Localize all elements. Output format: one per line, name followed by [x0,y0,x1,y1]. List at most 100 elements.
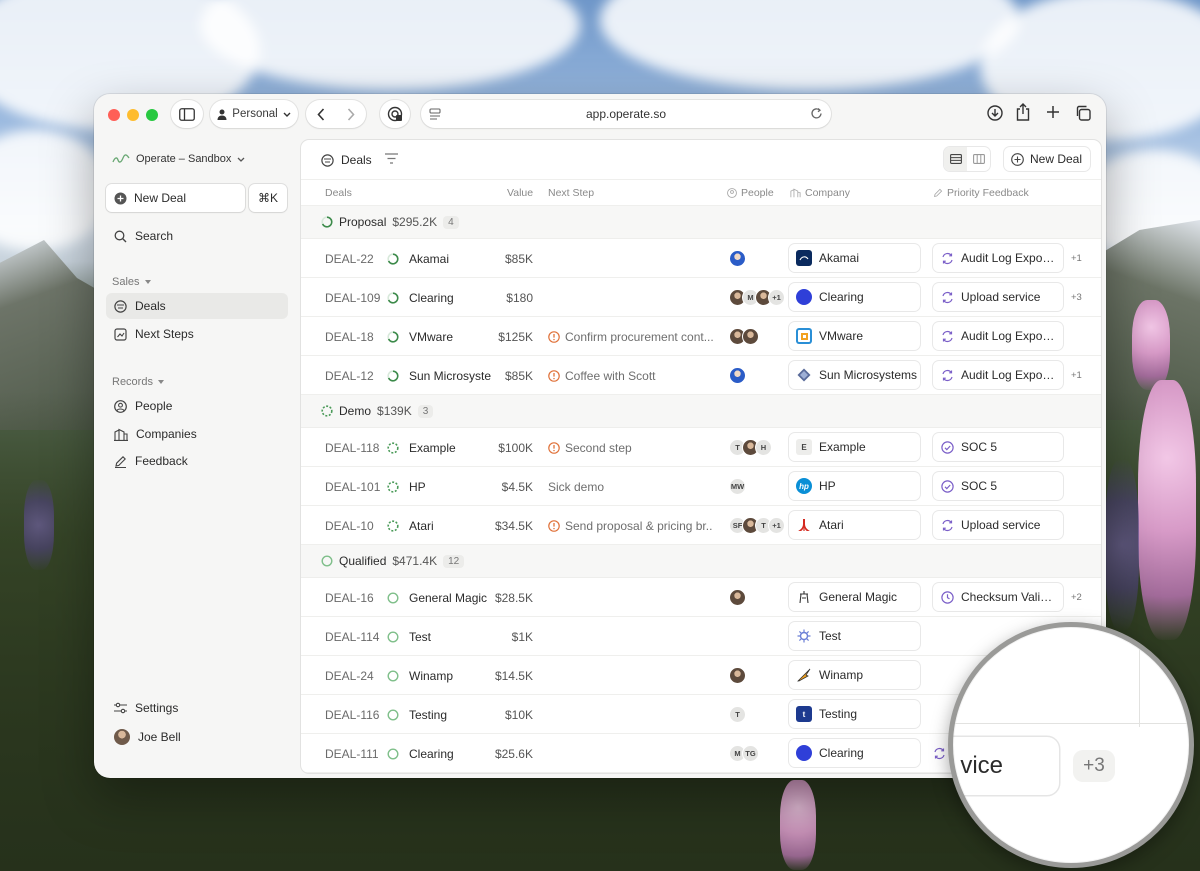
filter-icon[interactable] [385,153,398,164]
close-window-button[interactable] [108,109,120,121]
table-row[interactable]: DEAL-12 Sun Microsystems $85K Coffee with S… [301,356,1101,395]
deal-name[interactable]: Testing [409,708,491,722]
deal-name[interactable]: VMware [409,330,491,344]
company-chip[interactable]: Akamai [789,244,920,272]
deal-name[interactable]: Winamp [409,669,491,683]
table-row[interactable]: DEAL-10 Atari $34.5K Send proposal & pricin… [301,506,1101,545]
deal-name[interactable]: Clearing [409,291,491,305]
group-header-1[interactable]: Demo $139K 3 [301,395,1101,428]
people-stack[interactable] [729,667,746,684]
avatar[interactable]: T [729,706,746,723]
profile-selector[interactable]: Personal [210,100,298,128]
company-chip[interactable]: Test [789,622,920,650]
address-bar[interactable]: app.operate.so [421,100,831,128]
people-stack[interactable]: SF T +1 [729,517,785,534]
avatar[interactable]: +1 [768,289,785,306]
group-header-0[interactable]: Proposal $295.2K 4 [301,206,1101,239]
feedback-chip[interactable]: SOC 5 [933,472,1063,500]
sidebar-item-next-steps[interactable]: Next Steps [106,321,288,347]
column-value[interactable]: Value [507,187,533,199]
user-profile-button[interactable]: Joe Bell [106,724,288,750]
next-step[interactable]: Second step [548,441,713,455]
share-icon[interactable] [1016,103,1030,121]
board-view-button[interactable] [967,147,990,171]
deal-name[interactable]: Atari [409,519,491,533]
table-row[interactable]: DEAL-22 Akamai $85K Akamai Audit Log Export.… [301,239,1101,278]
company-chip[interactable]: VMware [789,322,920,350]
people-stack[interactable]: T [729,706,746,723]
column-next-step[interactable]: Next Step [548,187,594,199]
avatar[interactable]: TG [742,745,759,762]
feedback-chip[interactable]: Audit Log Export... [933,322,1063,350]
company-chip[interactable]: Clearing [789,283,920,311]
column-deals[interactable]: Deals [325,187,352,199]
company-chip[interactable]: Atari [789,511,920,539]
feedback-chip[interactable]: Upload service [933,511,1063,539]
records-section-header[interactable]: Records [112,376,164,388]
table-view-button[interactable] [944,147,967,171]
people-stack[interactable] [729,589,746,606]
table-row[interactable]: DEAL-109 Clearing $180 M +1 Clearing Upload se… [301,278,1101,317]
forward-button[interactable] [336,107,366,121]
deal-name[interactable]: HP [409,480,491,494]
new-deal-button[interactable]: New Deal [106,184,245,212]
next-step[interactable]: Send proposal & pricing br... [548,519,713,533]
command-palette-button[interactable]: ⌘K [249,184,287,212]
people-stack[interactable]: TH [729,439,772,456]
next-step[interactable]: Sick demo [548,480,713,494]
avatar[interactable]: MW [729,478,746,495]
maximize-window-button[interactable] [146,109,158,121]
sidebar-item-people[interactable]: People [106,393,288,419]
avatar[interactable] [729,367,746,384]
sales-section-header[interactable]: Sales [112,276,151,288]
people-stack[interactable] [729,328,759,345]
sidebar-item-companies[interactable]: Companies [106,421,288,447]
avatar[interactable]: +1 [768,517,785,534]
company-chip[interactable]: Clearing [789,739,920,767]
sidebar-item-deals[interactable]: Deals [106,293,288,319]
column-priority-feedback[interactable]: Priority Feedback [933,187,1029,199]
next-step[interactable]: Coffee with Scott [548,369,713,383]
deal-name[interactable]: Akamai [409,252,491,266]
workspace-switcher[interactable]: Operate – Sandbox [112,153,245,165]
feedback-chip[interactable] [933,739,947,767]
minimize-window-button[interactable] [127,109,139,121]
back-button[interactable] [306,107,336,121]
download-icon[interactable] [987,105,1003,121]
people-stack[interactable] [729,250,746,267]
company-chip[interactable]: t Testing [789,700,920,728]
sidebar-item-search[interactable]: Search [106,223,288,249]
sidebar-item-feedback[interactable]: Feedback [106,448,288,474]
group-header-2[interactable]: Qualified $471.4K 12 [301,545,1101,578]
privacy-shield-button[interactable] [380,100,410,128]
column-company[interactable]: Company [790,187,850,199]
deal-name[interactable]: Sun Microsystems [409,369,491,383]
deal-name[interactable]: Clearing [409,747,491,761]
avatar[interactable] [729,667,746,684]
feedback-chip[interactable]: Checksum Valida... [933,583,1063,611]
table-row[interactable]: DEAL-118 Example $100K Second step T H E Exampl… [301,428,1101,467]
feedback-chip[interactable]: Upload service [933,283,1063,311]
deal-name[interactable]: Example [409,441,491,455]
tab-overview-icon[interactable] [1075,105,1091,121]
company-chip[interactable]: Sun Microsystems [789,361,920,389]
people-stack[interactable]: M +1 [729,289,785,306]
table-row[interactable]: DEAL-114 Test $1K Test [301,617,1101,656]
new-tab-icon[interactable] [1046,105,1060,119]
table-row[interactable]: DEAL-18 VMware $125K Confirm procurement co… [301,317,1101,356]
company-chip[interactable]: Winamp [789,661,920,689]
table-row[interactable]: DEAL-16 General Magic $28.5K General Magic C… [301,578,1101,617]
avatar[interactable] [729,589,746,606]
table-row[interactable]: DEAL-101 HP $4.5K Sick demo MW hp HP SOC 5 [301,467,1101,506]
column-people[interactable]: People [727,187,774,199]
deal-name[interactable]: Test [409,630,491,644]
deal-name[interactable]: General Magic [409,591,491,605]
feedback-chip[interactable]: Audit Log Export... [933,244,1063,272]
feedback-chip[interactable]: SOC 5 [933,433,1063,461]
company-chip[interactable]: hp HP [789,472,920,500]
people-stack[interactable]: MW [729,478,746,495]
company-chip[interactable]: E Example [789,433,920,461]
people-stack[interactable] [729,367,746,384]
avatar[interactable] [729,250,746,267]
new-deal-toolbar-button[interactable]: New Deal [1004,147,1090,171]
